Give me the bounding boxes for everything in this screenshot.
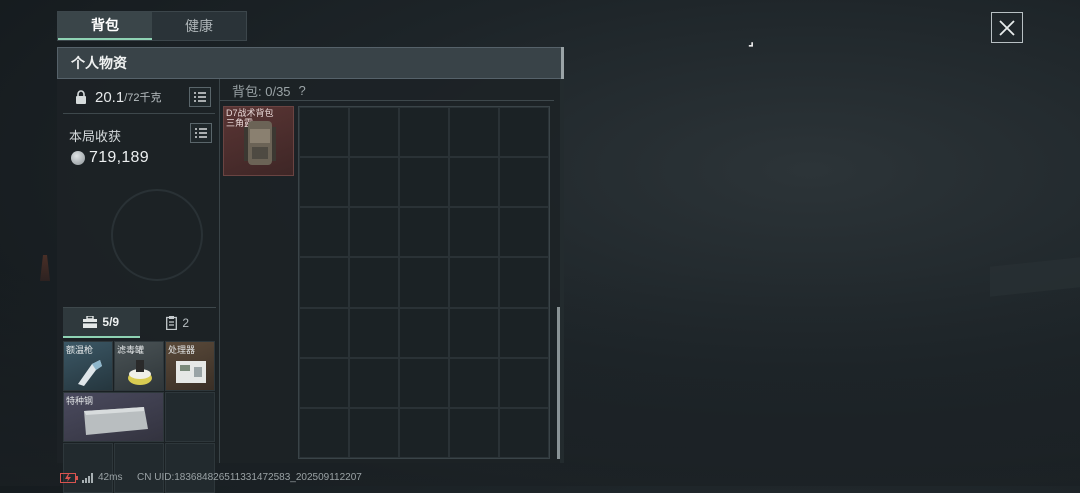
close-icon — [999, 19, 1015, 36]
gear-slot-filter-canister[interactable]: 滤毒罐 — [114, 341, 164, 391]
lock-icon — [76, 90, 86, 104]
bag-slot[interactable] — [499, 257, 549, 308]
gear-slot-processor[interactable]: 处理器 — [165, 341, 215, 391]
personal-stats: 20.1 /72千克 本局收获 719,189 5/9 2 额温枪 滤毒罐 处理… — [63, 79, 216, 493]
consumables-count: 2 — [182, 316, 190, 330]
backpack-item-slot[interactable]: D7战术背包 三角露 — [223, 106, 294, 176]
thermometer-gun-icon — [78, 360, 102, 386]
bag-slot[interactable] — [449, 257, 499, 308]
bag-slot[interactable] — [349, 407, 399, 458]
tab-backpack[interactable]: 背包 — [58, 12, 152, 40]
weight-max: /72千克 — [124, 92, 162, 104]
bag-slot[interactable] — [349, 357, 399, 408]
bag-slot[interactable] — [299, 407, 349, 458]
bag-slot[interactable] — [449, 407, 499, 458]
equipment-count: 5/9 — [102, 315, 120, 329]
toolbox-icon — [83, 316, 98, 328]
column-divider — [219, 79, 220, 463]
bag-slot[interactable] — [449, 107, 499, 158]
gear-slot-special-steel[interactable]: 特种钢 — [63, 392, 164, 442]
help-icon[interactable]: ? — [299, 83, 306, 98]
tab-consumables[interactable]: 2 — [140, 308, 217, 338]
earnings-label: 本局收获 — [69, 129, 122, 144]
bag-slot[interactable] — [399, 207, 449, 258]
bag-slot[interactable] — [299, 107, 349, 158]
bag-slot[interactable] — [499, 207, 549, 258]
battery-icon — [60, 472, 78, 483]
bag-slot[interactable] — [449, 157, 499, 208]
list-icon — [194, 92, 206, 102]
traffic-cone — [40, 255, 50, 281]
gear-grid: 额温枪 滤毒罐 处理器 特种钢 — [63, 341, 216, 493]
filter-canister-icon — [128, 360, 152, 385]
gear-sub-tabs: 5/9 2 — [63, 307, 216, 338]
bag-slot[interactable] — [349, 157, 399, 208]
user-uid: CN UID:183684826511331472583_20250911220… — [137, 472, 362, 483]
bag-slot[interactable] — [299, 157, 349, 208]
earnings-value: 719,189 — [89, 149, 149, 166]
bag-slot[interactable] — [349, 207, 399, 258]
bag-capacity: 背包: 0/35 — [232, 84, 291, 99]
bag-slot[interactable] — [399, 407, 449, 458]
bag-slot[interactable] — [449, 307, 499, 358]
bag-slot[interactable] — [499, 157, 549, 208]
bag-slot[interactable] — [349, 307, 399, 358]
bag-slot[interactable] — [299, 257, 349, 308]
list-icon — [195, 128, 207, 138]
bag-header: 背包: 0/35 ? — [220, 81, 554, 101]
bag-slot[interactable] — [499, 407, 549, 458]
processor-icon — [176, 361, 206, 383]
cursor-icon: ⌟ — [748, 33, 755, 48]
bag-slot[interactable] — [499, 107, 549, 158]
panel-edge — [560, 79, 564, 463]
backpack-icon — [244, 121, 276, 165]
coin-icon — [71, 151, 85, 165]
weight-list-button[interactable] — [189, 87, 211, 107]
faction-emblem — [111, 189, 203, 281]
bag-slot[interactable] — [399, 307, 449, 358]
status-bar: 42ms — [60, 472, 122, 483]
bag-slot[interactable] — [399, 157, 449, 208]
gear-slot-thermometer-gun[interactable]: 额温枪 — [63, 341, 113, 391]
bag-slot[interactable] — [299, 307, 349, 358]
weight-row: 20.1 /72千克 — [63, 81, 215, 114]
bag-slot[interactable] — [449, 207, 499, 258]
bag-slot[interactable] — [349, 257, 399, 308]
tab-health[interactable]: 健康 — [152, 12, 246, 40]
earnings-list-button[interactable] — [190, 123, 212, 143]
bag-slot[interactable] — [499, 307, 549, 358]
bag-slot[interactable] — [399, 257, 449, 308]
steel-bar-icon — [84, 407, 148, 435]
backpack-grid — [298, 106, 550, 459]
bag-slot[interactable] — [399, 107, 449, 158]
bag-slot[interactable] — [399, 357, 449, 408]
close-button[interactable] — [991, 12, 1023, 43]
gear-slot-empty[interactable] — [165, 392, 215, 442]
clipboard-icon — [166, 316, 178, 330]
top-tabs: 背包 健康 — [57, 11, 247, 41]
bag-slot[interactable] — [449, 357, 499, 408]
inventory-panel: 个人物资 20.1 /72千克 本局收获 719,189 5/9 2 额温枪 滤… — [57, 47, 564, 493]
bag-slot[interactable] — [299, 207, 349, 258]
tab-equipment[interactable]: 5/9 — [63, 308, 140, 338]
signal-icon — [82, 472, 93, 483]
weight-current: 20.1 — [95, 88, 125, 106]
earnings-row: 719,189 — [71, 149, 149, 167]
ping-value: 42ms — [98, 472, 123, 483]
panel-title: 个人物资 — [57, 47, 564, 79]
bag-slot[interactable] — [499, 357, 549, 408]
bag-slot[interactable] — [349, 107, 399, 158]
bag-slot[interactable] — [299, 357, 349, 408]
